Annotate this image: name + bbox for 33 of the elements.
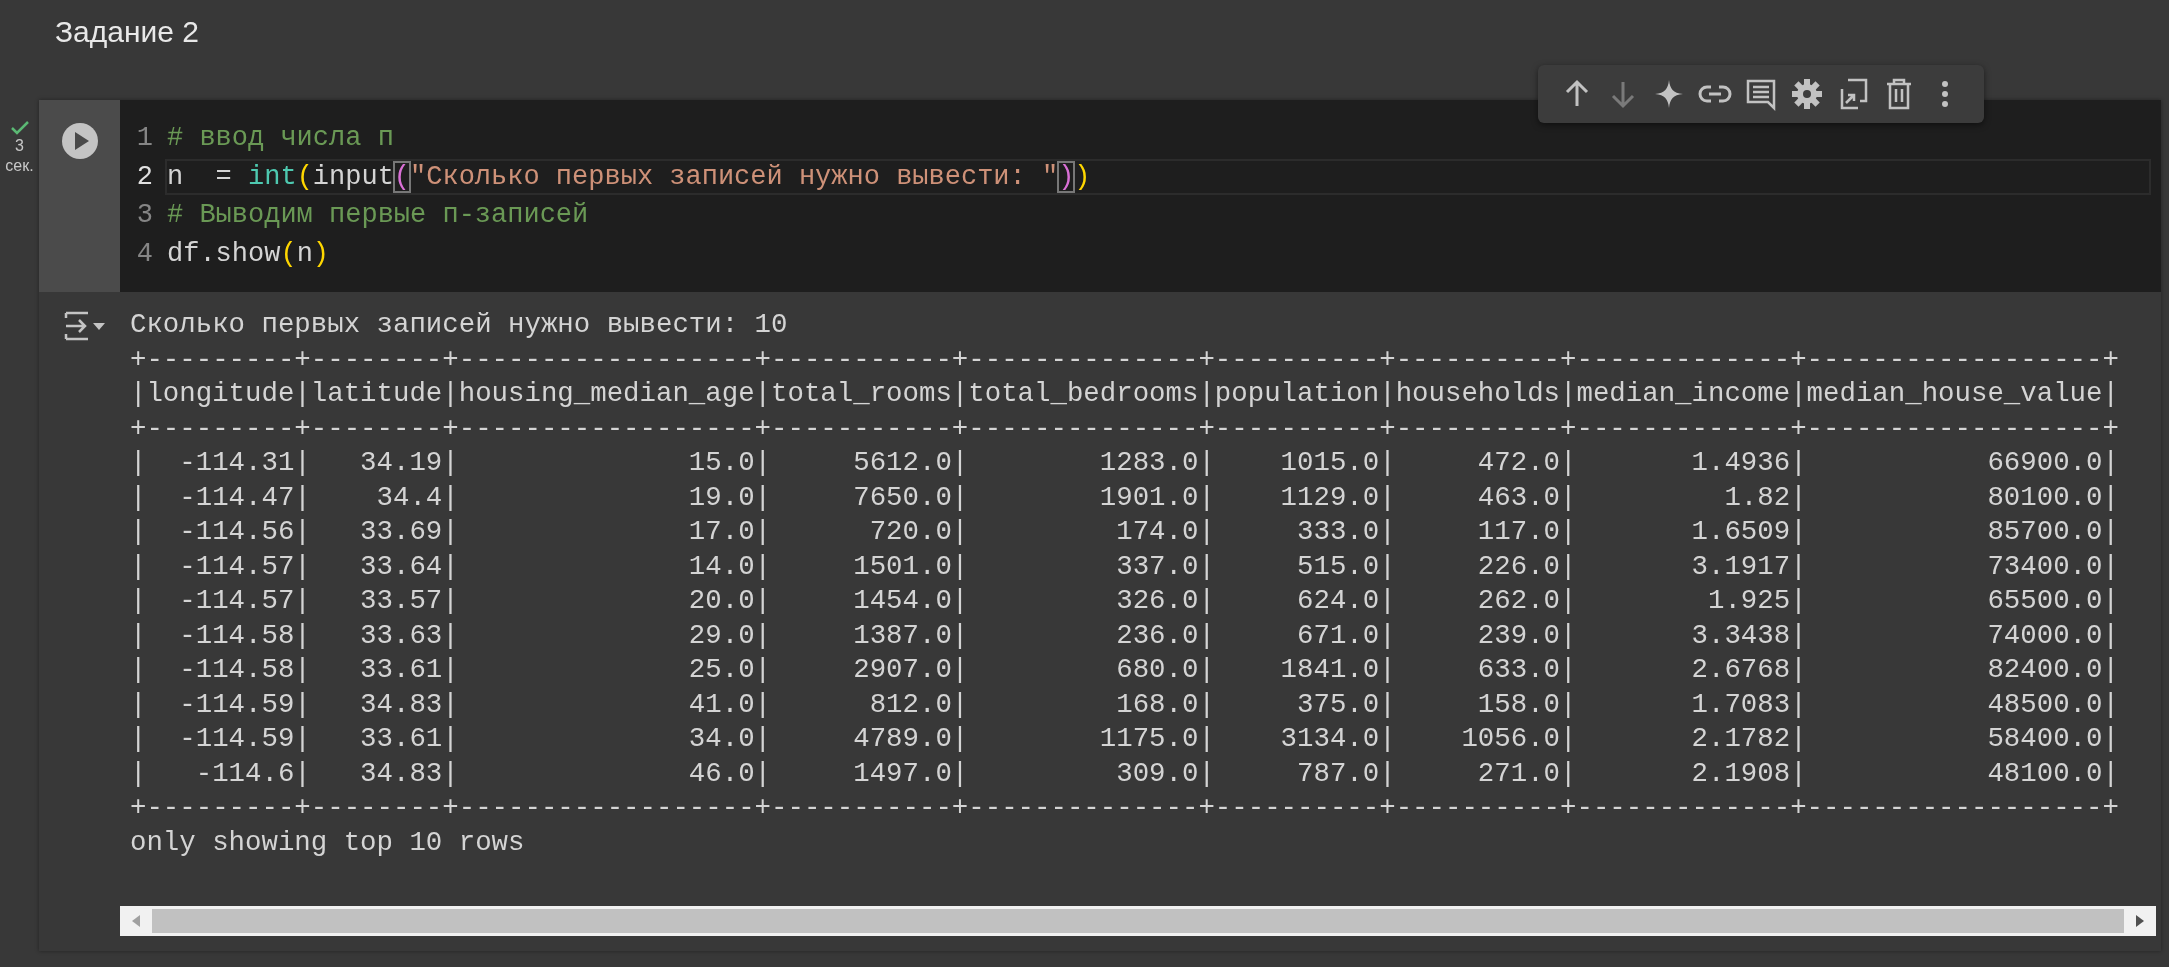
table-line: | -114.58| 33.61| 25.0| 2907.0| 680.0| 1841.0| 633.0| 2.6768| 82400.0|	[130, 653, 2119, 687]
table-line: | -114.47| 34.4| 19.0| 7650.0| 1901.0| 1129.0| 463.0| 1.82| 80100.0|	[130, 480, 2119, 515]
table-line: +---------+--------+------------------+-----------+--------------+----------+----------+-------------+------------------+	[130, 411, 2119, 446]
prompt-text: Сколько первых записей нужно вывести: 10	[130, 308, 788, 342]
execution-duration: 3	[15, 136, 24, 156]
table-line: | -114.57| 33.57| 20.0| 1454.0| 326.0| 624.0| 262.0| 1.925| 65500.0|	[130, 584, 2119, 618]
table-line: | -114.58| 33.63| 29.0| 1387.0| 236.0| 671.0| 239.0| 3.3438| 74000.0|	[130, 618, 2119, 653]
table-line: | -114.31| 34.19| 15.0| 5612.0| 1283.0| 1015.0| 472.0| 1.4936| 66900.0|	[130, 446, 2119, 480]
line-number: 2	[135, 161, 153, 192]
footer-text: only showing top 10 rows	[130, 825, 525, 860]
table-line: | -114.57| 33.64| 14.0| 1501.0| 337.0| 515.0| 226.0| 3.1917| 73400.0|	[130, 549, 2119, 584]
horizontal-scrollbar[interactable]	[120, 906, 2156, 936]
table-line: | -114.56| 33.69| 17.0| 720.0| 174.0| 333.0| 117.0| 1.6509| 85700.0|	[130, 515, 2119, 549]
table-line: |longitude|latitude|housing_median_age|total_rooms|total_bedrooms|population|households|median_income|median_house_value|	[130, 377, 2119, 411]
line-number: 4	[135, 238, 153, 269]
table-line: | -114.6| 34.83| 46.0| 1497.0| 309.0| 787.0| 271.0| 2.1908| 48100.0|	[130, 756, 2119, 791]
execution-unit: сек.	[5, 156, 34, 176]
line-number: 3	[135, 200, 153, 231]
comment-icon[interactable]	[1744, 77, 1778, 111]
code-line: # Выводим первые п-записей	[166, 199, 590, 233]
line-number: 1	[135, 123, 153, 154]
table-line: | -114.59| 33.61| 34.0| 4789.0| 1175.0| 3134.0| 1056.0| 2.1782| 58400.0|	[130, 722, 2119, 756]
code-editor[interactable]: 1 # ввод числа п 2 n = int(input("Сколько первых записей нужно вывести: ")) 3 # Выводим первые п-записей 4 df.show(n)	[120, 100, 2161, 292]
output-actions-icon[interactable]	[62, 310, 107, 342]
table-line: +---------+--------+------------------+-----------+--------------+----------+----------+-------------+------------------+	[130, 342, 2119, 377]
table-line: | -114.59| 34.83| 41.0| 812.0| 168.0| 375.0| 158.0| 1.7083| 48500.0|	[130, 687, 2119, 722]
section-title: Задание 2	[55, 14, 200, 50]
scrollbar-thumb[interactable]	[152, 909, 2124, 933]
settings-icon[interactable]	[1790, 77, 1824, 111]
code-line: df.show(n)	[166, 237, 331, 271]
code-line: # ввод числа п	[166, 122, 395, 156]
table-line: +---------+--------+------------------+-----------+--------------+----------+----------+-------------+------------------+	[130, 791, 2119, 825]
run-button[interactable]	[60, 122, 99, 160]
